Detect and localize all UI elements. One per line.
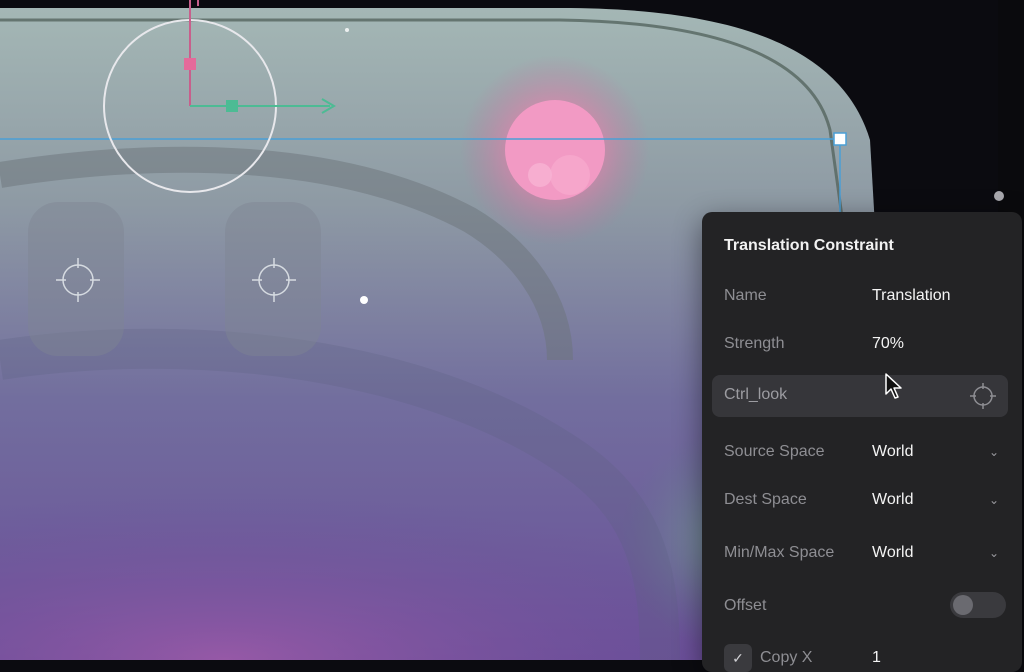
chevron-down-icon[interactable]: ⌄: [989, 445, 999, 459]
name-label: Name: [724, 287, 767, 304]
dest-space-select[interactable]: World: [872, 491, 914, 509]
x-axis-handle: [226, 100, 238, 112]
scroll-indicator: [994, 191, 1004, 201]
chevron-down-icon[interactable]: ⌄: [989, 493, 999, 507]
crosshair-icon[interactable]: [968, 381, 998, 411]
constraint-panel: Translation Constraint Name Translation …: [702, 212, 1022, 672]
name-field[interactable]: Translation: [872, 287, 951, 305]
minmax-space-label: Min/Max Space: [724, 544, 835, 561]
copy-x-checkbox[interactable]: ✓: [724, 644, 752, 672]
strength-field[interactable]: 70%: [872, 335, 904, 353]
chevron-down-icon[interactable]: ⌄: [989, 546, 999, 560]
offset-toggle[interactable]: [950, 592, 1006, 618]
source-space-select[interactable]: World: [872, 443, 914, 461]
toggle-knob: [953, 595, 973, 615]
check-icon: ✓: [732, 650, 744, 666]
mouse-cursor-icon: [885, 373, 902, 399]
offset-label: Offset: [724, 597, 767, 614]
target-selector[interactable]: Ctrl_look: [712, 375, 1008, 417]
y-axis-handle: [184, 58, 196, 70]
panel-title: Translation Constraint: [724, 237, 894, 254]
dest-space-label: Dest Space: [724, 491, 807, 508]
left-eye-slot: [28, 202, 124, 356]
minmax-space-select[interactable]: World: [872, 544, 914, 562]
target-label: Ctrl_look: [724, 386, 788, 403]
source-space-label: Source Space: [724, 443, 825, 460]
guide-handle: [833, 132, 847, 146]
right-eye-slot: [225, 202, 321, 356]
strength-label: Strength: [724, 335, 785, 352]
copy-x-field[interactable]: 1: [872, 649, 881, 667]
copy-x-label: Copy X: [760, 649, 813, 666]
pivot-dot: [360, 296, 368, 304]
